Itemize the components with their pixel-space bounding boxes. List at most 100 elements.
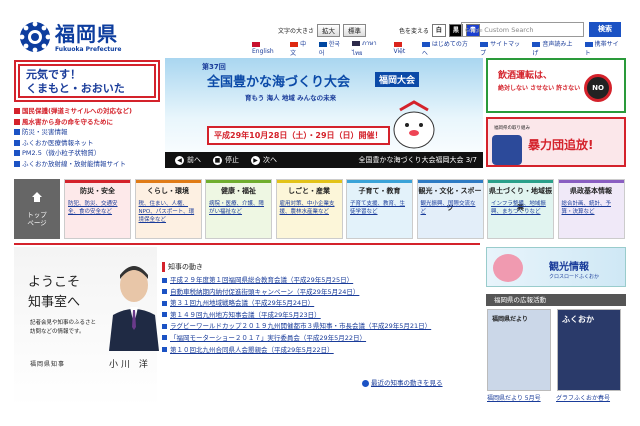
news-item[interactable]: 平成２９年度第１回福岡県総合教育会議（平成29年5月25日） — [162, 275, 480, 287]
bullet-icon — [14, 129, 20, 135]
nav-category-body: 病院・医療、介護、障がい福祉など — [209, 201, 265, 215]
search-button[interactable]: 検索 — [589, 22, 621, 37]
nav-category-head: 健康・福祉 — [206, 180, 271, 197]
flag-icon — [252, 41, 260, 47]
news-item[interactable]: 第３１回九州地域戦略会議（平成29年5月24日） — [162, 298, 480, 310]
nav-category-body: 子育て支援、教育、生徒学習など — [350, 201, 406, 215]
news-item[interactable]: 自動車税納期内納付促進街頭キャンペーン（平成29年5月24日） — [162, 287, 480, 299]
search-placeholder: Custom Search — [484, 26, 534, 34]
lang-link[interactable]: English — [252, 41, 283, 55]
carousel-controls: ◀ 前へ ■ 停止 ▶ 次へ 全国豊かな海づくり大会福岡大会 3/7 — [165, 152, 483, 168]
nav-category-head: 子育て・教育 — [347, 180, 412, 197]
lang-label: Việt — [393, 47, 406, 55]
magazine-cover-2[interactable]: ふくおか — [557, 309, 621, 391]
color-label: 色を変える — [399, 27, 429, 35]
nav-category[interactable]: くらし・環境 税、住まい、人権、NPO、パスポート、環境保全など — [134, 179, 202, 239]
search-input[interactable]: Google Custom Search — [461, 22, 584, 37]
pause-icon: ■ — [213, 155, 222, 165]
magazine-link-2[interactable]: グラフふくおか春号 — [556, 393, 610, 402]
lang-link[interactable]: サイトマップ — [480, 39, 525, 57]
news-link[interactable]: 自動車税納期内納付促進街頭キャンペーン（平成29年5月24日） — [170, 288, 359, 296]
gang-title: 暴力団追放! — [528, 138, 594, 152]
bullet-icon — [14, 118, 20, 125]
governor-role: 福岡県知事 — [30, 361, 66, 368]
carousel-stop-button[interactable]: ■ 停止 — [213, 155, 239, 165]
alert-link[interactable]: 防災・災害情報 — [14, 127, 160, 138]
alert-link[interactable]: 国民保護(弾道ミサイルへの対応など) — [14, 106, 160, 117]
news-link[interactable]: ラグビーワールドカップ２０１９九州開催都市３県知事・市長会議（平成29年5月21… — [170, 322, 431, 330]
flag-icon — [532, 41, 541, 47]
alert-label: ふくおか医療情報ネット — [22, 138, 94, 147]
no-sign-icon: NO — [584, 74, 612, 102]
pr-heading: 福岡県の広報活動 — [486, 294, 626, 306]
lang-link[interactable]: ภาษาไทย — [351, 38, 387, 58]
more-news-link[interactable]: 最近の知事の動きを見る — [362, 377, 443, 387]
bullet-icon — [14, 108, 20, 114]
news-link[interactable]: 「福岡モーターショー２０１７」実行委員会（平成29年5月22日） — [170, 334, 366, 342]
carousel-next-button[interactable]: ▶ 次へ — [251, 155, 277, 165]
flag-icon — [351, 40, 360, 46]
alert-label: PM2.5（微小粒子状物質） — [22, 149, 101, 157]
lang-label: English — [252, 47, 274, 55]
drunk-driving-banner[interactable]: 飲酒運転は、 絶対しない させない 許さない NO — [486, 58, 626, 113]
tourism-logo-icon — [493, 254, 523, 282]
nav-category[interactable]: 防災・安全 防犯、防災、交通安全、食の安全など — [64, 179, 131, 239]
stop-label: 停止 — [225, 156, 239, 164]
nav-category[interactable]: 健康・福祉病院・医療、介護、障がい福祉など — [205, 179, 272, 239]
news-item[interactable]: 「福岡モーターショー２０１７」実行委員会（平成29年5月22日） — [162, 333, 480, 345]
nav-category[interactable]: 県土づくり・地域振興 インフラ整備、地域振興、まちづくりなど — [487, 179, 554, 239]
alert-label: 風水害から身の命を守るために — [22, 117, 113, 126]
lang-link[interactable]: 中文 — [290, 39, 312, 57]
banner-line-1: 元気です！ — [26, 68, 81, 81]
home-button[interactable]: トップ ページ — [14, 179, 60, 239]
standard-text-button[interactable]: 標準 — [343, 23, 367, 37]
news-item[interactable]: ラグビーワールドカップ２０１９九州開催都市３県知事・市長会議（平成29年5月21… — [162, 321, 480, 333]
lang-link[interactable]: 音声読み上げ — [532, 39, 577, 57]
color-white-button[interactable]: 白 — [431, 23, 446, 37]
category-nav: トップ ページ 防災・安全 防犯、防災、交通安全、食の安全など くらし・環境 税、住まい… — [14, 179, 626, 239]
news-link[interactable]: 平成２９年度第１回福岡県総合教育会議（平成29年5月25日） — [170, 276, 353, 284]
enlarge-text-button[interactable]: 拡大 — [317, 23, 341, 37]
news-link[interactable]: 第１０回北九州合同県人会懇親会（平成29年5月22日） — [170, 346, 334, 354]
alert-links: 国民保護(弾道ミサイルへの対応など) 風水害から身の命を守るために 防災・災害情報ふ… — [14, 106, 160, 169]
alert-link[interactable]: 風水害から身の命を守るために — [14, 117, 160, 128]
nav-category[interactable]: 県政基本情報 総合計画、統計、予算・決算など — [557, 179, 625, 239]
tourism-banner[interactable]: 観光情報 クロスロードふくおか — [486, 247, 626, 287]
news-item[interactable]: 第１０回北九州合同県人会懇親会（平成29年5月22日） — [162, 345, 480, 357]
bullet-icon — [162, 289, 167, 295]
site-subtitle: Fukuoka Prefecture — [55, 46, 122, 53]
site-logo[interactable]: 福岡県 Fukuoka Prefecture — [18, 18, 158, 64]
mag2-title: ふくおか — [562, 315, 594, 324]
kumamoto-oita-banner[interactable]: 元気です！ くまもと・おおいた — [14, 60, 160, 102]
nav-category-body: インフラ整備、地域振興、まちづくりなど — [491, 201, 546, 215]
fist-icon — [492, 135, 522, 165]
alert-link[interactable]: ふくおか放射線・放射能情報サイト — [14, 159, 160, 170]
news-item[interactable]: 第１４９回九州地方知事会議（平成29年5月23日） — [162, 310, 480, 322]
banner-line-2: くまもと・おおいた — [26, 82, 125, 95]
alert-link[interactable]: PM2.5（微小粒子状物質） — [14, 148, 160, 159]
nav-category[interactable]: 子育て・教育 子育て支援、教育、生徒学習など — [346, 179, 413, 239]
carousel-caption: 全国豊かな海づくり大会福岡大会 3/7 — [358, 156, 478, 164]
banner-title: 全国豊かな海づくり大会 — [207, 75, 351, 90]
lang-link[interactable]: 한국어 — [318, 39, 345, 57]
alert-link[interactable]: ふくおか医療情報ネット — [14, 138, 160, 149]
nav-category-head: しごと・産業 — [276, 180, 342, 197]
magazine-link-1[interactable]: 福岡県だより 5月号 — [487, 393, 541, 402]
carousel-prev-button[interactable]: ◀ 前へ — [175, 155, 201, 165]
nav-category[interactable]: 観光・文化・スポーツ 観光振興、国際交流など — [416, 179, 484, 239]
anti-gang-banner[interactable]: 福岡県の取り組み 暴力団追放! — [486, 117, 626, 167]
prev-icon: ◀ — [175, 155, 184, 165]
banner-date: 平成29年10月28日（土）・29日（日）開催！ — [207, 126, 390, 145]
news-link[interactable]: 第３１回九州地域戦略会議（平成29年5月24日） — [170, 299, 314, 307]
magazine-cover-1[interactable]: 福岡県だより — [487, 309, 551, 391]
news-link[interactable]: 第１４９回九州地方知事会議（平成29年5月23日） — [170, 311, 321, 319]
bullet-icon — [14, 150, 20, 156]
lang-link[interactable]: 携帯サイト — [584, 39, 624, 57]
governor-section[interactable]: ようこそ 知事室へ 記者会見や知事のふるさと訪問などの情報です。 福岡県知事 小… — [14, 247, 159, 407]
flag-icon — [318, 41, 327, 47]
nav-category[interactable]: しごと・産業 雇用対策、中小企業支援、農林水産業など — [275, 179, 343, 239]
home-icon — [32, 192, 42, 202]
lang-link[interactable]: はじめての方へ — [421, 39, 473, 57]
lang-link[interactable]: Việt — [393, 41, 415, 55]
alert-label: 防災・災害情報 — [22, 128, 68, 136]
